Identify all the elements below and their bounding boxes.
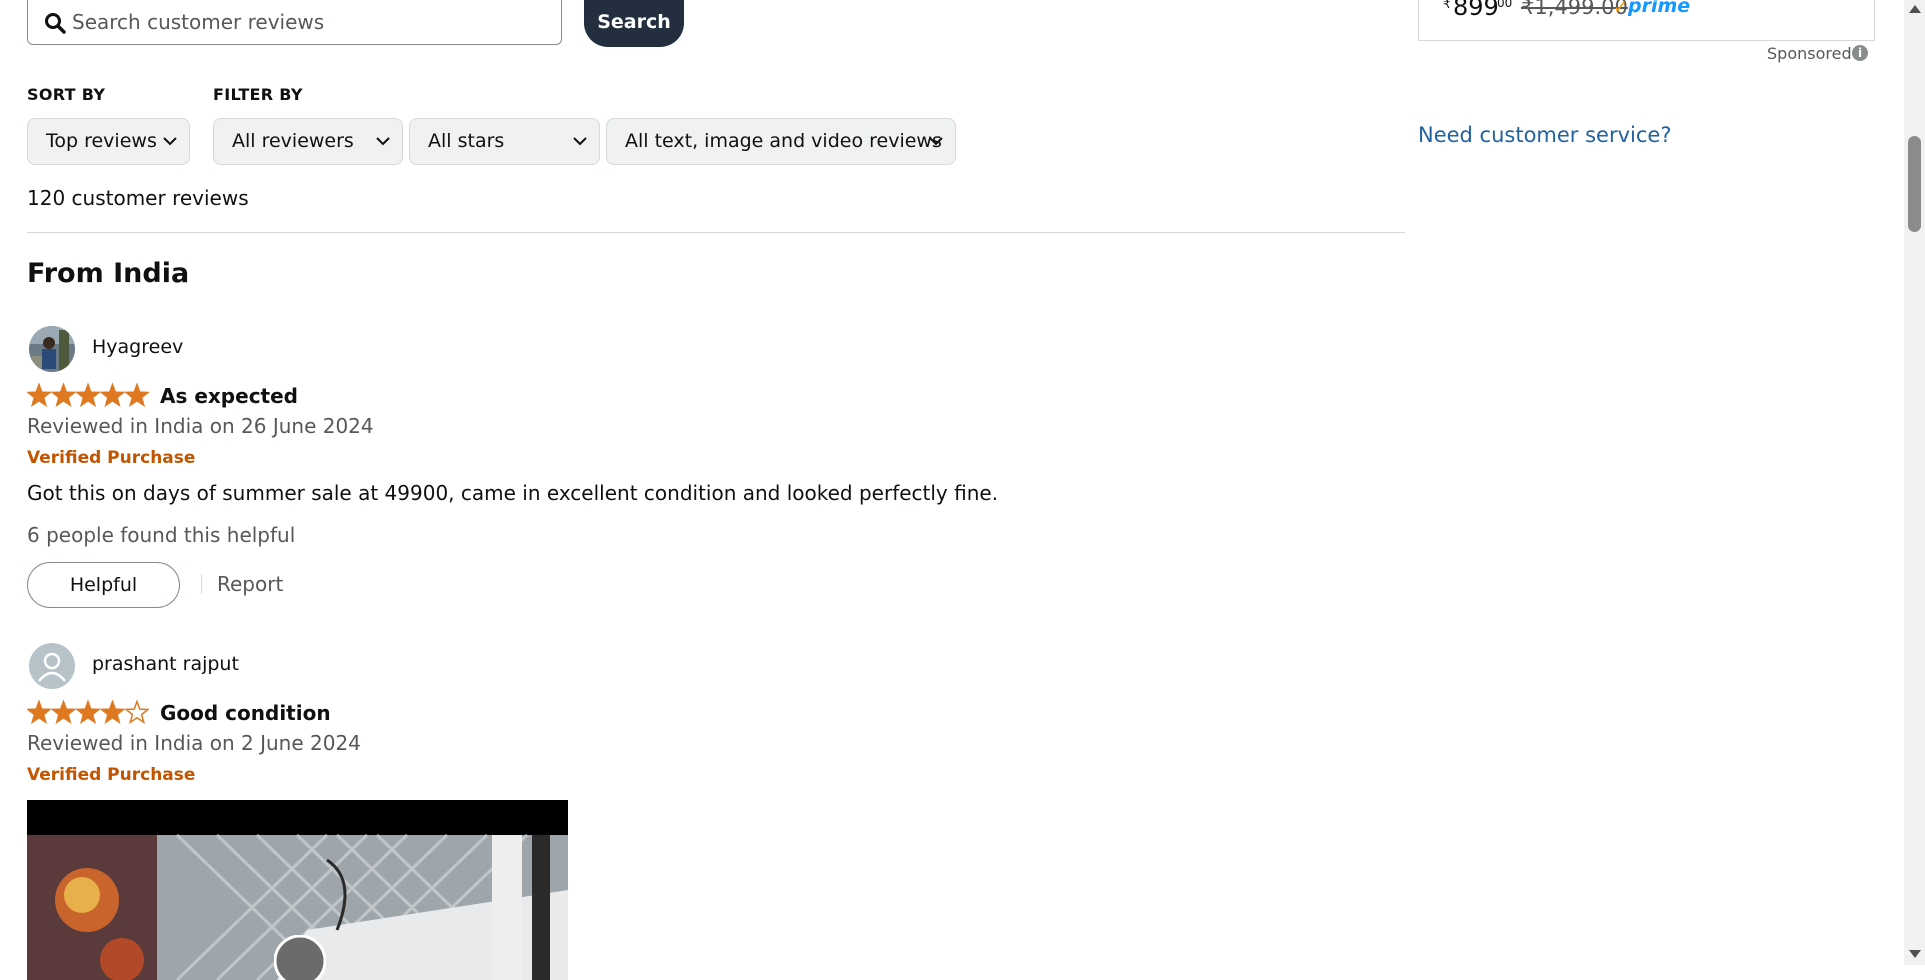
search-button[interactable]: Search — [584, 0, 684, 47]
prime-check-icon: ✓ — [1613, 0, 1629, 18]
review-date: Reviewed in India on 26 June 2024 — [27, 414, 374, 438]
chevron-down-icon — [376, 137, 390, 146]
review-date: Reviewed in India on 2 June 2024 — [27, 731, 361, 755]
format-filter-dropdown[interactable]: All text, image and video reviews — [606, 118, 956, 165]
separator — [201, 574, 202, 594]
star-filled-icon — [50, 699, 77, 725]
divider — [27, 232, 1405, 233]
list-price: ₹1,499.00 — [1521, 0, 1628, 19]
price-fraction: 00 — [1497, 0, 1513, 10]
avatar-photo-icon — [29, 326, 75, 372]
filter-by-label: FILTER BY — [213, 85, 303, 104]
sort-dropdown-value: Top reviews — [46, 130, 157, 152]
avatar[interactable] — [29, 643, 75, 689]
star-filled-icon — [75, 382, 101, 408]
sponsored-product-box[interactable]: ₹ 899 00 ₹1,499.00 ✓ prime — [1418, 0, 1875, 41]
star-rating[interactable] — [27, 699, 149, 727]
review-search-row: Search customer reviews Search — [27, 0, 727, 47]
chevron-down-icon — [163, 137, 177, 146]
avatar[interactable] — [29, 326, 75, 372]
format-filter-value: All text, image and video reviews — [625, 130, 942, 152]
stars-filter-value: All stars — [428, 130, 505, 152]
verified-purchase-badge[interactable]: Verified Purchase — [27, 765, 195, 785]
star-empty-icon — [124, 699, 149, 725]
section-title: From India — [27, 258, 190, 289]
reviewers-filter-dropdown[interactable]: All reviewers — [213, 118, 403, 165]
star-filled-icon — [27, 382, 52, 408]
price-currency-symbol: ₹ — [1443, 0, 1451, 11]
helpful-count: 6 people found this helpful — [27, 523, 296, 547]
chevron-down-icon — [573, 137, 587, 146]
star-filled-icon — [27, 699, 52, 725]
review-title[interactable]: Good condition — [160, 701, 331, 725]
scrollbar[interactable] — [1904, 0, 1925, 965]
review-title[interactable]: As expected — [160, 384, 298, 408]
star-rating[interactable] — [27, 382, 149, 410]
star-filled-icon — [75, 699, 101, 725]
scroll-up-icon[interactable] — [1909, 5, 1921, 13]
reviewer-name[interactable]: prashant rajput — [92, 653, 239, 675]
prime-badge: prime — [1628, 0, 1691, 17]
customer-service-link[interactable]: Need customer service? — [1418, 123, 1672, 147]
review-item: Hyagreev As expected Reviewed in India o… — [27, 326, 1405, 616]
report-link[interactable]: Report — [217, 572, 283, 596]
info-icon[interactable]: i — [1852, 45, 1868, 61]
reviewer-name[interactable]: Hyagreev — [92, 336, 183, 358]
review-body: Got this on days of summer sale at 49900… — [27, 481, 999, 505]
play-icon[interactable] — [274, 935, 326, 980]
chevron-down-icon — [929, 137, 943, 146]
stars-filter-dropdown[interactable]: All stars — [409, 118, 600, 165]
avatar-placeholder-icon — [29, 643, 75, 689]
star-filled-icon — [99, 382, 126, 408]
search-icon — [45, 13, 66, 34]
price-whole: 899 — [1453, 0, 1499, 21]
review-search-input[interactable]: Search customer reviews — [27, 0, 562, 45]
review-item: prashant rajput Good condition Reviewed … — [27, 643, 1405, 980]
verified-purchase-badge[interactable]: Verified Purchase — [27, 448, 195, 468]
reviewers-filter-value: All reviewers — [232, 130, 354, 152]
review-count: 120 customer reviews — [27, 186, 249, 210]
review-video-thumbnail[interactable] — [27, 800, 568, 980]
sort-dropdown[interactable]: Top reviews — [27, 118, 190, 165]
search-placeholder: Search customer reviews — [72, 10, 325, 34]
scroll-down-icon[interactable] — [1909, 950, 1921, 958]
scrollbar-thumb[interactable] — [1908, 136, 1921, 232]
star-filled-icon — [99, 699, 126, 725]
sponsored-label: Sponsored — [1767, 44, 1852, 63]
helpful-button[interactable]: Helpful — [27, 562, 180, 608]
star-filled-icon — [50, 382, 77, 408]
sort-by-label: SORT BY — [27, 85, 106, 104]
star-filled-icon — [124, 382, 149, 408]
